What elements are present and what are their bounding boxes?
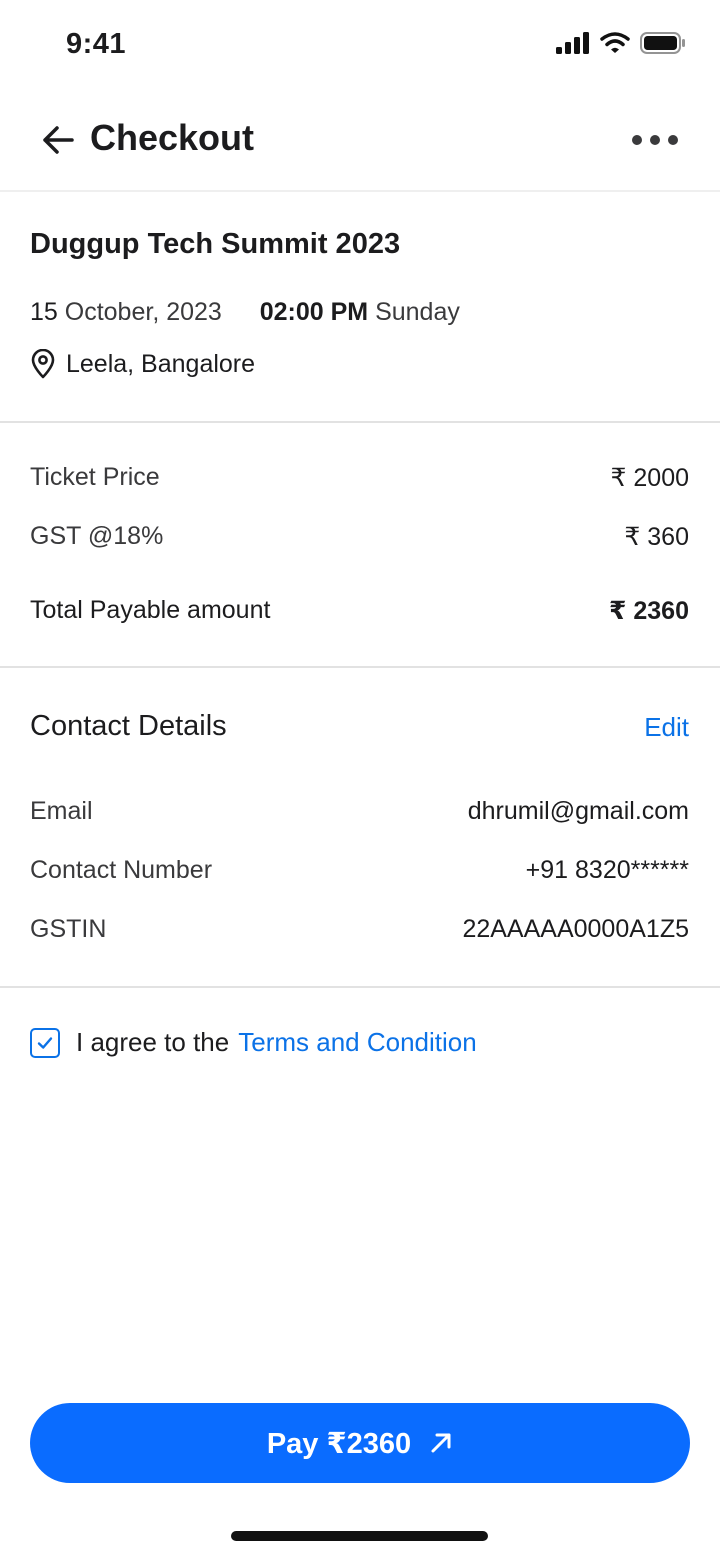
more-button[interactable] [632, 126, 678, 154]
pay-button-label: Pay ₹2360 [266, 1427, 412, 1460]
wifi-icon [600, 32, 630, 53]
email-value: dhrumil@gmail.com [467, 797, 689, 825]
phone-label: Contact Number [30, 856, 213, 884]
event-month-year: October, 2023 [64, 298, 222, 326]
more-icon-dot [650, 135, 660, 145]
phone-value: +91 8320****** [525, 856, 689, 884]
terms-agreement: I agree to the Terms and Condition [30, 1027, 477, 1058]
location-pin-icon [31, 349, 55, 379]
terms-checkbox[interactable] [30, 1027, 60, 1058]
back-arrow-icon [43, 126, 74, 154]
page-title: Checkout [90, 117, 255, 158]
event-day: 15 [30, 298, 58, 326]
email-label: Email [30, 797, 93, 825]
back-button[interactable] [38, 120, 78, 160]
status-icons [556, 32, 686, 54]
event-datetime: 15 October, 2023 02:00 PM Sunday [30, 298, 460, 327]
terms-link[interactable]: Terms and Condition [238, 1027, 476, 1058]
pay-button[interactable]: Pay ₹2360 [30, 1403, 690, 1483]
ticket-price-row: Ticket Price ₹ 2000 [30, 463, 689, 493]
terms-prefix: I agree to the [76, 1027, 230, 1057]
event-location-text: Leela, Bangalore [66, 349, 256, 378]
status-time: 9:41 [66, 28, 127, 60]
gstin-label: GSTIN [30, 915, 107, 943]
event-time: 02:00 PM [259, 298, 369, 326]
ticket-price-label: Ticket Price [30, 463, 160, 491]
status-bar: 9:41 [0, 0, 720, 90]
edit-contact-link[interactable]: Edit [644, 712, 689, 743]
gstin-value: 22AAAAA0000A1Z5 [462, 915, 689, 943]
price-breakdown: Ticket Price ₹ 2000 GST @18% ₹ 360 Total… [0, 423, 720, 668]
header: Checkout [0, 90, 720, 192]
signal-icon [556, 32, 589, 54]
home-indicator [231, 1531, 488, 1541]
total-value: ₹ 2360 [609, 597, 689, 625]
arrow-up-right-icon [431, 1433, 451, 1453]
gst-value: ₹ 360 [624, 523, 689, 551]
event-location: Leela, Bangalore [30, 349, 255, 379]
event-summary: Duggup Tech Summit 2023 15 October, 2023… [0, 192, 720, 423]
contact-details: Contact Details Edit Email dhrumil@gmail… [0, 668, 720, 988]
more-icon-dot [668, 135, 678, 145]
gst-label: GST @18% [30, 522, 164, 550]
battery-icon [640, 32, 685, 54]
total-label: Total Payable amount [30, 596, 271, 624]
event-title: Duggup Tech Summit 2023 [30, 228, 401, 260]
more-icon [632, 135, 642, 145]
event-weekday: Sunday [375, 298, 460, 326]
email-row: Email dhrumil@gmail.com [30, 797, 689, 826]
gst-row: GST @18% ₹ 360 [30, 522, 689, 552]
total-row: Total Payable amount ₹ 2360 [30, 596, 689, 626]
gstin-row: GSTIN 22AAAAA0000A1Z5 [30, 915, 689, 944]
contact-title: Contact Details [30, 710, 227, 742]
ticket-price-value: ₹ 2000 [610, 464, 689, 492]
check-icon [37, 1036, 53, 1049]
phone-row: Contact Number +91 8320****** [30, 856, 689, 885]
